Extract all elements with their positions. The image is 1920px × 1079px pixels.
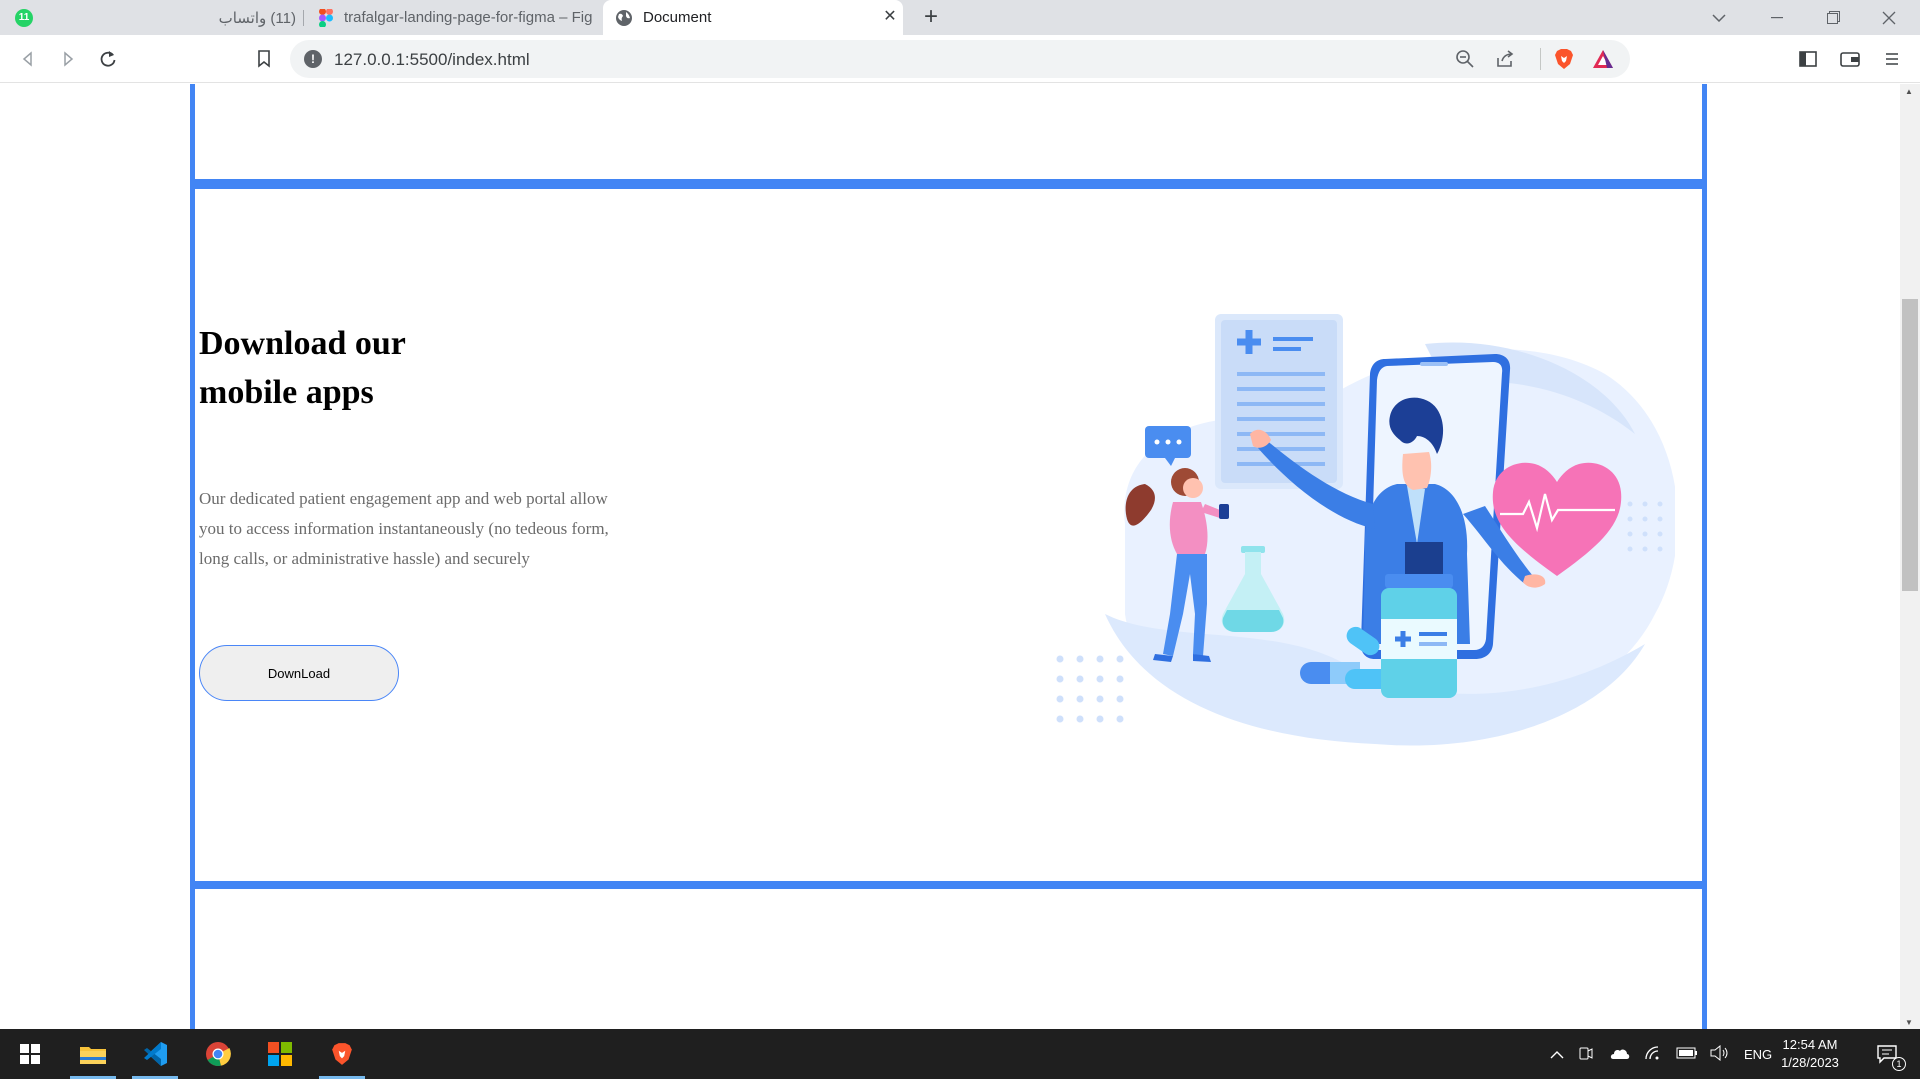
volume-icon[interactable] bbox=[1710, 1044, 1730, 1064]
clock-time: 12:54 AM bbox=[1782, 1037, 1838, 1052]
download-app-section: Download our mobile apps Our dedicated p… bbox=[190, 184, 1707, 886]
chrome-icon[interactable] bbox=[193, 1029, 243, 1079]
wifi-icon[interactable] bbox=[1644, 1045, 1662, 1064]
divider bbox=[1540, 48, 1541, 70]
scroll-up-arrow-icon[interactable]: ▲ bbox=[1905, 87, 1913, 96]
tab-separator bbox=[303, 10, 304, 26]
heading-line-1: Download our bbox=[199, 325, 406, 362]
dot-pattern-left bbox=[1056, 655, 1124, 723]
download-button[interactable]: DownLoad bbox=[199, 645, 399, 701]
new-tab-button[interactable]: + bbox=[918, 4, 944, 30]
brave-icon[interactable] bbox=[317, 1029, 367, 1079]
show-hidden-icons-icon[interactable] bbox=[1550, 1047, 1564, 1062]
section-heading: Download our mobile apps bbox=[199, 319, 599, 417]
vscode-icon[interactable] bbox=[130, 1029, 180, 1079]
doctor-mobile-app-illustration bbox=[1056, 314, 1675, 746]
page-viewport: Download our mobile apps Our dedicated p… bbox=[0, 84, 1900, 1029]
microsoft-store-icon[interactable] bbox=[255, 1029, 305, 1079]
brave-rewards-icon[interactable] bbox=[1592, 49, 1614, 74]
zoom-icon[interactable] bbox=[1455, 49, 1475, 74]
onedrive-icon[interactable] bbox=[1608, 1046, 1630, 1063]
clock-date: 1/28/2023 bbox=[1781, 1055, 1839, 1070]
tab-strip: 11 (11) واتساب trafalgar-landing-page-fo… bbox=[0, 0, 1920, 35]
tab-document[interactable]: Document ✕ bbox=[603, 0, 903, 35]
globe-icon bbox=[615, 9, 633, 27]
restore-button[interactable] bbox=[1810, 0, 1856, 35]
tab-figma[interactable]: trafalgar-landing-page-for-figma – Fig bbox=[305, 0, 601, 35]
back-icon[interactable] bbox=[16, 47, 40, 71]
meet-now-icon[interactable] bbox=[1578, 1045, 1594, 1064]
bookmark-icon[interactable] bbox=[252, 47, 276, 71]
section-description: Our dedicated patient engagement app and… bbox=[199, 489, 609, 568]
windows-start-icon[interactable] bbox=[5, 1029, 55, 1079]
system-tray: ENG bbox=[1550, 1029, 1772, 1079]
site-info-icon[interactable]: ! bbox=[304, 50, 322, 68]
notification-count-badge: 1 bbox=[1892, 1057, 1906, 1071]
notification-center-icon[interactable]: 1 bbox=[1862, 1029, 1912, 1079]
sidebar-icon[interactable] bbox=[1796, 47, 1820, 71]
whatsapp-icon: 11 bbox=[15, 8, 33, 27]
brave-shield-icon[interactable] bbox=[1553, 48, 1575, 75]
page-scrollbar[interactable]: ▲ ▼ bbox=[1900, 84, 1920, 1029]
wallet-icon[interactable] bbox=[1838, 47, 1862, 71]
figma-icon bbox=[317, 8, 335, 27]
scrollbar-thumb[interactable] bbox=[1902, 299, 1918, 591]
menu-icon[interactable] bbox=[1880, 47, 1904, 71]
browser-toolbar: ! 127.0.0.1:5500/index.html bbox=[0, 35, 1920, 83]
tab-label: (11) واتساب bbox=[218, 9, 296, 27]
reload-icon[interactable] bbox=[96, 47, 120, 71]
url-text: 127.0.0.1:5500/index.html bbox=[334, 50, 530, 69]
heading-line-2: mobile apps bbox=[199, 374, 374, 411]
windows-taskbar: ENG 12:54 AM 1/28/2023 1 bbox=[0, 1029, 1920, 1079]
tab-label: Document bbox=[643, 9, 712, 26]
file-explorer-icon[interactable] bbox=[68, 1029, 118, 1079]
tab-search-chevron-icon[interactable] bbox=[1696, 0, 1742, 35]
share-icon[interactable] bbox=[1495, 49, 1515, 74]
previous-section bbox=[190, 84, 1707, 184]
battery-icon[interactable] bbox=[1676, 1047, 1698, 1062]
forward-icon[interactable] bbox=[56, 47, 80, 71]
address-bar[interactable]: ! 127.0.0.1:5500/index.html bbox=[290, 40, 1630, 78]
medicine-bottle-icon bbox=[1381, 574, 1457, 698]
next-section bbox=[190, 884, 1707, 1029]
close-tab-icon[interactable]: ✕ bbox=[881, 8, 899, 26]
system-clock[interactable]: 12:54 AM 1/28/2023 bbox=[1760, 1036, 1860, 1072]
close-window-button[interactable] bbox=[1866, 0, 1912, 35]
scroll-down-arrow-icon[interactable]: ▼ bbox=[1905, 1018, 1913, 1027]
tab-label: trafalgar-landing-page-for-figma – Fig bbox=[344, 9, 593, 26]
tab-whatsapp[interactable]: 11 (11) واتساب bbox=[0, 0, 302, 35]
minimize-button[interactable] bbox=[1754, 0, 1800, 35]
